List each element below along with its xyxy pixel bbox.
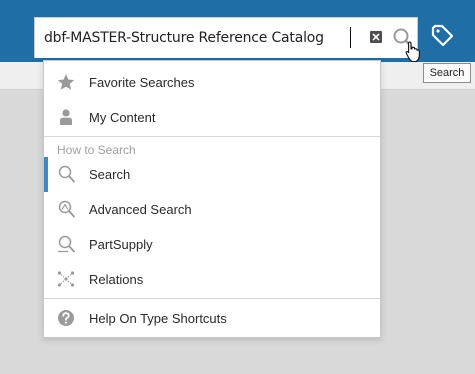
search-dropdown: Favorite Searches My Content How to Sear…	[43, 60, 381, 338]
advanced-search-icon	[58, 200, 75, 218]
person-icon	[60, 109, 72, 125]
tag-button[interactable]	[428, 20, 458, 50]
menu-item-label: Relations	[89, 272, 144, 287]
search-tooltip: Search	[423, 63, 471, 83]
divider	[44, 136, 380, 137]
menu-item-advanced-search[interactable]: Advanced Search	[44, 192, 380, 227]
menu-item-relations[interactable]: Relations	[44, 262, 380, 297]
mouse-pointer-icon	[405, 41, 420, 63]
menu-item-search[interactable]: Search	[44, 157, 380, 192]
divider	[44, 298, 380, 299]
partsupply-icon	[58, 235, 75, 253]
menu-item-partsupply[interactable]: PartSupply	[44, 227, 380, 262]
text-caret	[350, 27, 351, 48]
magnifier-icon	[58, 165, 75, 183]
menu-item-label: Advanced Search	[89, 202, 192, 217]
search-field[interactable]: dbf-MASTER-Structure Reference Catalog	[34, 17, 418, 58]
menu-item-label: Search	[89, 167, 131, 182]
section-label: How to Search	[57, 143, 136, 157]
menu-item-label: PartSupply	[89, 237, 153, 252]
help-icon	[58, 310, 74, 326]
menu-item-label: Favorite Searches	[89, 75, 195, 90]
menu-item-help-shortcuts[interactable]: Help On Type Shortcuts	[44, 301, 380, 336]
search-input-text[interactable]: dbf-MASTER-Structure Reference Catalog	[44, 30, 324, 46]
tag-icon	[431, 24, 454, 47]
menu-item-label: Help On Type Shortcuts	[89, 311, 227, 326]
star-icon	[57, 74, 75, 90]
clear-search-button[interactable]	[370, 31, 382, 43]
menu-item-my-content[interactable]: My Content	[44, 100, 380, 135]
close-icon	[372, 33, 380, 41]
menu-item-favorite-searches[interactable]: Favorite Searches	[44, 65, 380, 100]
menu-item-label: My Content	[89, 110, 156, 125]
relations-icon	[57, 271, 75, 287]
